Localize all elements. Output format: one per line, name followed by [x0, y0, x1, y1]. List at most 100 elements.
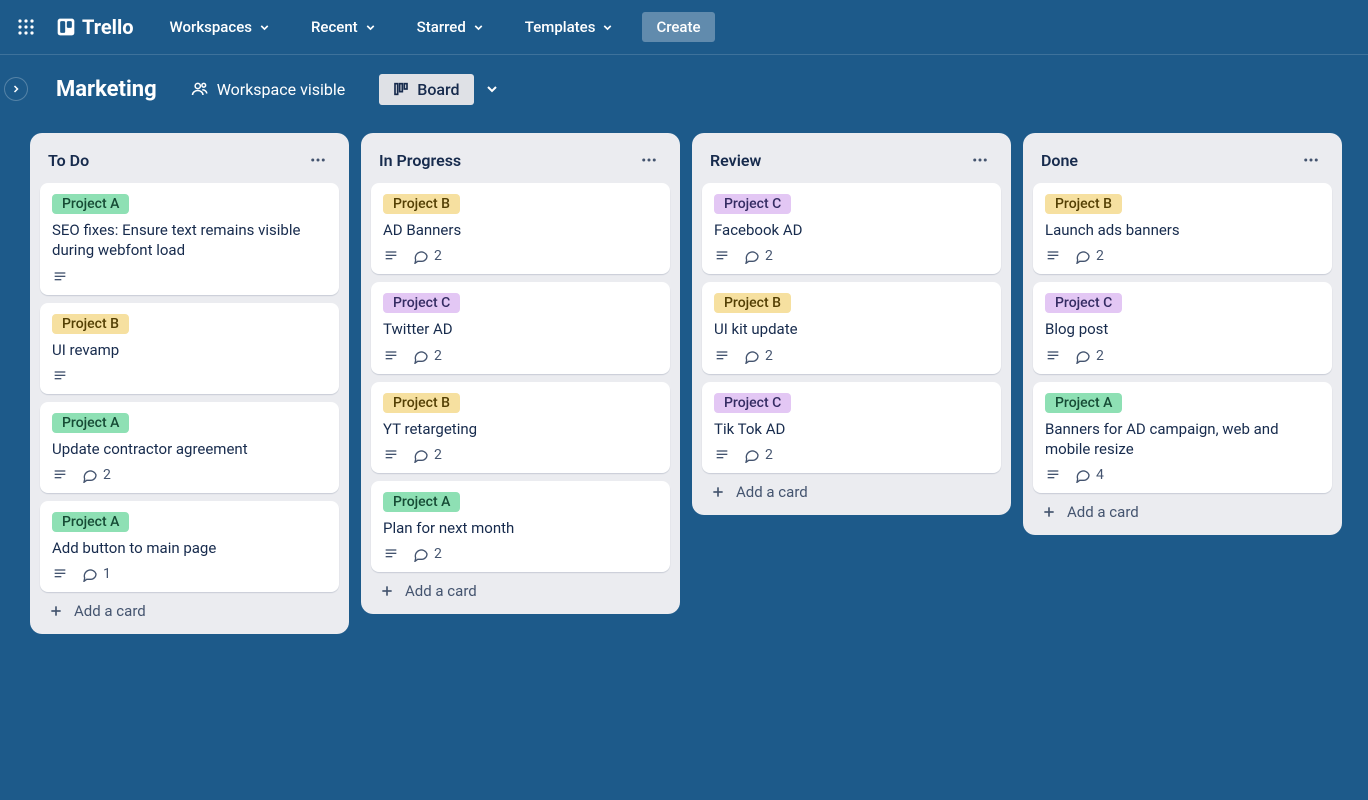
card[interactable]: Project APlan for next month2	[371, 481, 670, 572]
card-label[interactable]: Project A	[383, 492, 460, 512]
description-icon	[1045, 467, 1061, 483]
description-icon	[383, 248, 399, 264]
card[interactable]: Project A Banners for AD campaign, web an…	[1033, 382, 1332, 494]
list: DoneProject BLaunch ads banners2Project …	[1023, 133, 1342, 535]
view-switch-button[interactable]: Board	[379, 74, 473, 105]
card[interactable]: Project ASEO fixes: Ensure text remains …	[40, 183, 339, 295]
card-label[interactable]: Project C	[383, 293, 460, 313]
description-icon	[52, 566, 68, 582]
comments-badge: 2	[82, 467, 111, 483]
description-icon	[714, 248, 730, 264]
card-label[interactable]: Project C	[1045, 293, 1122, 313]
card[interactable]: Project BAD Banners2	[371, 183, 670, 274]
list-header: In Progress	[371, 143, 670, 183]
top-nav: Trello Workspaces Recent Starred Templat…	[0, 0, 1368, 55]
card[interactable]: Project CTwitter AD2	[371, 282, 670, 373]
list-menu-button[interactable]	[967, 147, 993, 173]
card-badges: 2	[714, 348, 989, 364]
card[interactable]: Project CBlog post2	[1033, 282, 1332, 373]
comments-count: 2	[434, 248, 442, 264]
list-title[interactable]: In Progress	[379, 151, 461, 170]
description-icon	[383, 348, 399, 364]
card[interactable]: Project BLaunch ads banners2	[1033, 183, 1332, 274]
list-title[interactable]: Done	[1041, 151, 1078, 170]
card-badges: 2	[1045, 348, 1320, 364]
chevron-down-icon	[601, 21, 614, 34]
card-badges	[52, 269, 327, 285]
list-menu-button[interactable]	[305, 147, 331, 173]
comments-count: 2	[103, 467, 111, 483]
list-title[interactable]: To Do	[48, 151, 89, 170]
description-icon	[1045, 248, 1061, 264]
list-title[interactable]: Review	[710, 151, 761, 170]
card-label[interactable]: Project A	[52, 512, 129, 532]
card[interactable]: Project CTik Tok AD2	[702, 382, 1001, 473]
card[interactable]: Project AAdd button to main page1	[40, 501, 339, 592]
nav-recent[interactable]: Recent	[299, 12, 389, 42]
add-card-button[interactable]: Add a card	[702, 473, 1001, 505]
description-icon	[383, 546, 399, 562]
card-badges: 2	[383, 348, 658, 364]
comments-badge: 2	[1075, 348, 1104, 364]
card-badges: 2	[383, 546, 658, 562]
card[interactable]: Project B YT retargeting 2	[371, 382, 670, 473]
list-cards: Project BLaunch ads banners2Project CBlo…	[1033, 183, 1332, 493]
sidebar-expand-button[interactable]	[4, 77, 28, 101]
add-card-button[interactable]: Add a card	[1033, 493, 1332, 525]
visibility-label: Workspace visible	[217, 80, 346, 99]
list-menu-button[interactable]	[636, 147, 662, 173]
board-title[interactable]: Marketing	[56, 77, 157, 102]
add-card-button[interactable]: Add a card	[40, 592, 339, 624]
card-label[interactable]: Project B	[383, 393, 460, 413]
card-label[interactable]: Project C	[714, 194, 791, 214]
create-button[interactable]: Create	[642, 12, 714, 42]
comments-badge: 2	[413, 447, 442, 463]
card[interactable]: Project B UI revamp	[40, 303, 339, 394]
list-menu-button[interactable]	[1298, 147, 1324, 173]
card-label[interactable]: Project C	[714, 393, 791, 413]
list: To Do Project ASEO fixes: Ensure text rem…	[30, 133, 349, 634]
nav-starred[interactable]: Starred	[405, 12, 497, 42]
card[interactable]: Project AUpdate contractor agreement2	[40, 402, 339, 493]
brand-text: Trello	[82, 15, 134, 39]
card-label[interactable]: Project A	[52, 413, 129, 433]
visibility-button[interactable]: Workspace visible	[181, 74, 356, 105]
card-title: UI revamp	[52, 340, 327, 360]
comments-count: 2	[434, 546, 442, 562]
comments-badge: 2	[1075, 248, 1104, 264]
nav-templates[interactable]: Templates	[513, 12, 627, 42]
card-title: YT retargeting	[383, 419, 658, 439]
list-header: Review	[702, 143, 1001, 183]
chevron-down-icon	[472, 21, 485, 34]
apps-icon[interactable]	[10, 11, 42, 43]
comments-badge: 4	[1075, 467, 1104, 483]
trello-logo[interactable]: Trello	[48, 11, 142, 43]
description-icon	[714, 348, 730, 364]
comments-badge: 2	[413, 546, 442, 562]
list: In ProgressProject BAD Banners2Project C…	[361, 133, 680, 614]
card-badges: 2	[52, 467, 327, 483]
card-label[interactable]: Project A	[52, 194, 129, 214]
card-label[interactable]: Project B	[383, 194, 460, 214]
comments-count: 1	[103, 566, 111, 582]
card-badges: 2	[383, 447, 658, 463]
comments-badge: 2	[744, 447, 773, 463]
board-canvas[interactable]: To Do Project ASEO fixes: Ensure text rem…	[0, 123, 1368, 800]
card-badges	[52, 368, 327, 384]
list-cards: Project BAD Banners2Project CTwitter AD2…	[371, 183, 670, 572]
card-title: Banners for AD campaign, web and mobile …	[1045, 419, 1320, 460]
card[interactable]: Project BUI kit update2	[702, 282, 1001, 373]
comments-count: 2	[434, 348, 442, 364]
card-label[interactable]: Project B	[52, 314, 129, 334]
card-label[interactable]: Project B	[714, 293, 791, 313]
chevron-down-icon	[484, 81, 500, 97]
description-icon	[1045, 348, 1061, 364]
description-icon	[52, 467, 68, 483]
view-switch-dropdown[interactable]	[478, 75, 506, 103]
comments-badge: 2	[413, 348, 442, 364]
nav-workspaces[interactable]: Workspaces	[158, 12, 283, 42]
card-label[interactable]: Project B	[1045, 194, 1122, 214]
add-card-button[interactable]: Add a card	[371, 572, 670, 604]
card[interactable]: Project CFacebook AD2	[702, 183, 1001, 274]
card-label[interactable]: Project A	[1045, 393, 1122, 413]
